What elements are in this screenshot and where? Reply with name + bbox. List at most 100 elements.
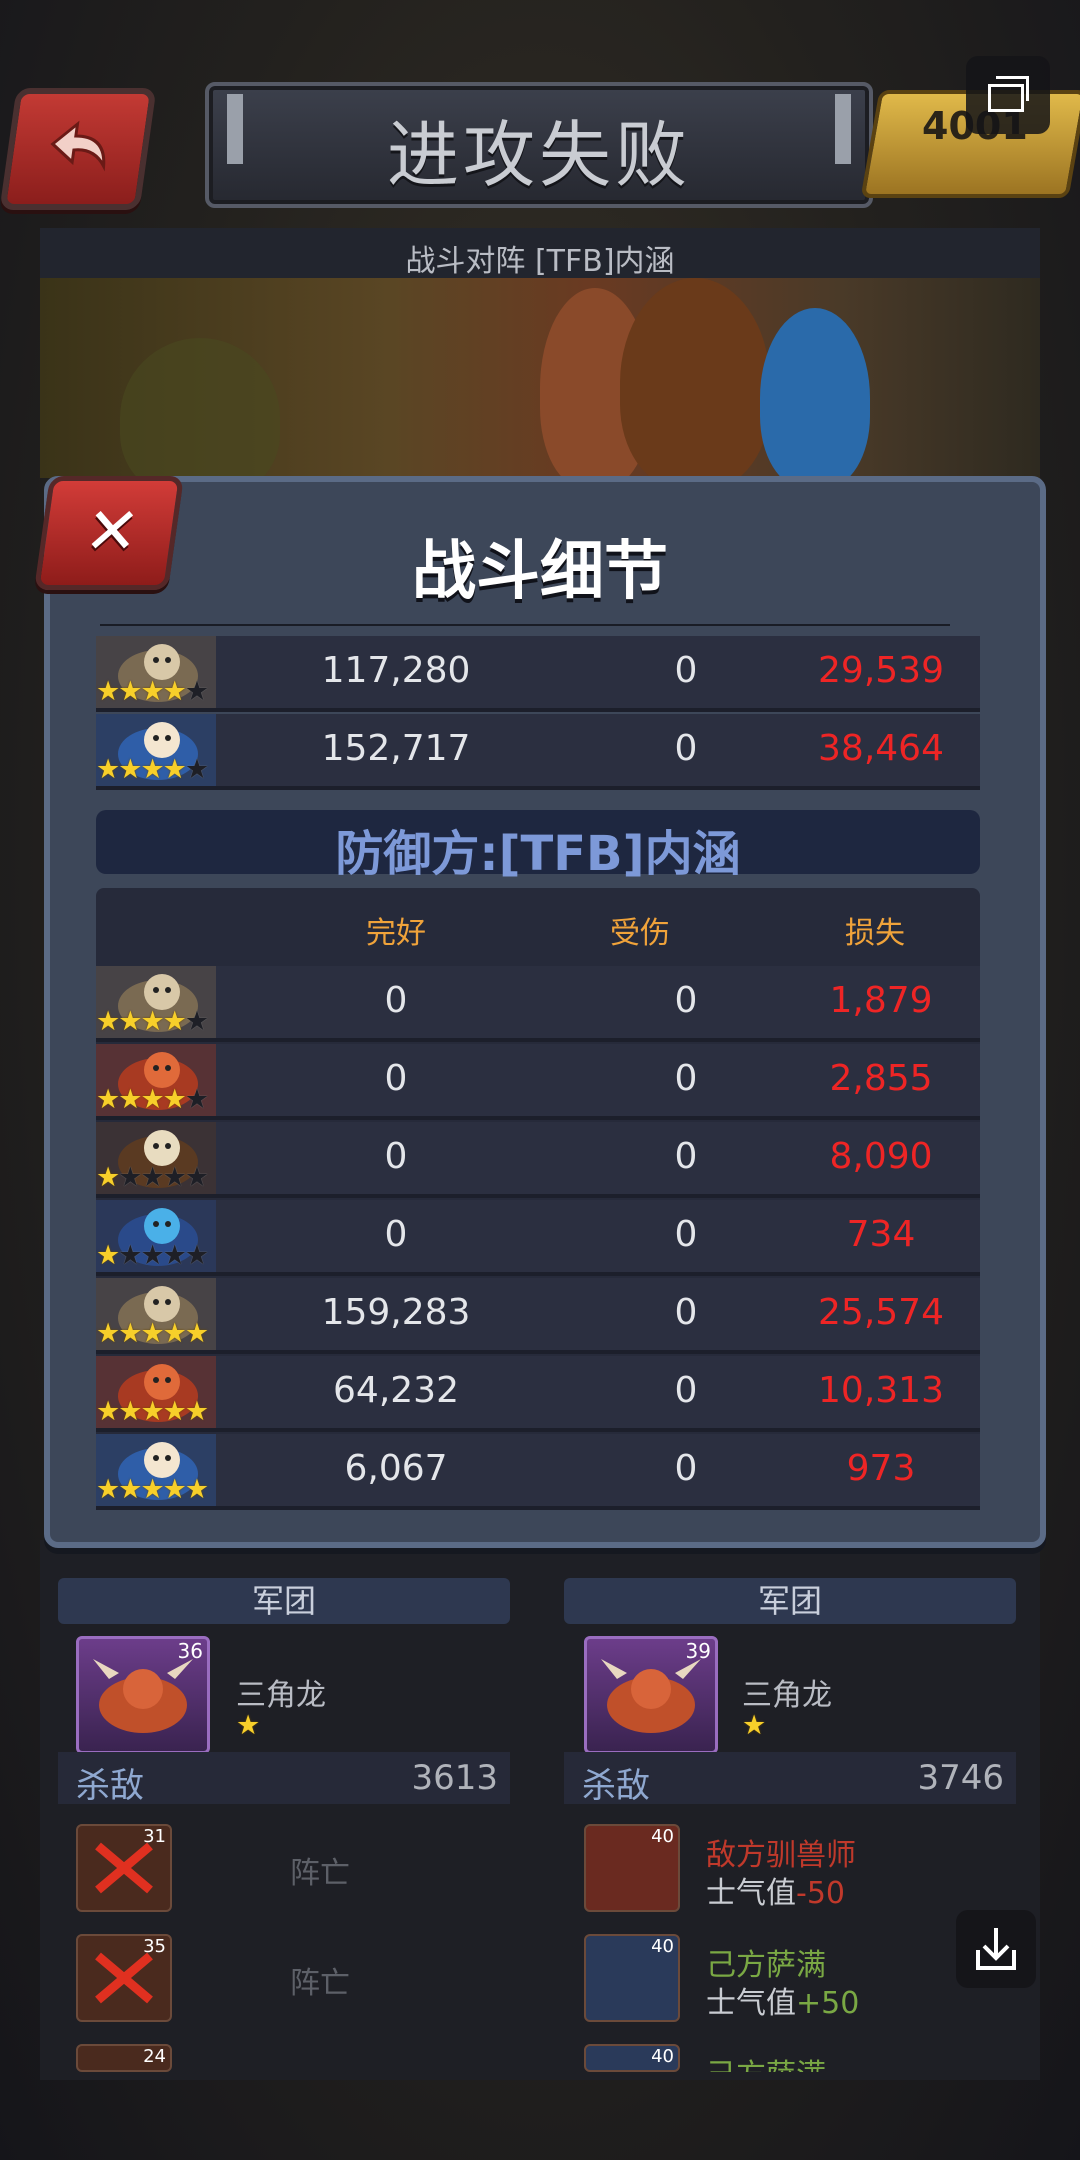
unit-stars: ★★★★★ (96, 1084, 209, 1115)
unit-level: 36 (177, 1639, 203, 1663)
injured-value: 0 (674, 1448, 698, 1489)
injured-value: 0 (674, 1058, 698, 1099)
effect-stat: 士气值-50 (706, 1876, 845, 1911)
column-header-lost: 损失 (845, 916, 905, 951)
unit-portrait[interactable]: ★★★★★ (96, 1434, 216, 1506)
intact-value: 6,067 (344, 1448, 448, 1489)
unit-level: 35 (143, 1936, 166, 1957)
unit-portrait[interactable]: ★★★★★ (96, 966, 216, 1038)
lost-value: 2,855 (829, 1058, 933, 1099)
battle-scene-image (40, 278, 1040, 478)
lost-value: 29,539 (818, 650, 944, 691)
left-legion-header: 军团 (58, 1578, 510, 1624)
column-header-intact: 完好 (366, 916, 426, 951)
unit-portrait[interactable]: ★★★★★ (96, 1200, 216, 1272)
back-arrow-icon (50, 120, 106, 172)
lost-value: 1,879 (829, 980, 933, 1021)
unit-portrait[interactable]: ★★★★★ (96, 714, 216, 786)
right-effect-unit-3[interactable]: 40 (584, 2044, 680, 2072)
defender-label: 防御方:[TFB]内涵 (335, 826, 741, 882)
unit-level: 40 (651, 1936, 674, 1957)
unit-stars: ★★★★★ (96, 1240, 209, 1271)
intact-value: 0 (384, 980, 408, 1021)
table-row: ★★★★★ 6,067 0 973 (96, 1434, 980, 1510)
unit-portrait[interactable]: ★★★★★ (96, 636, 216, 708)
table-row: ★★★★★ 0 0 2,855 (96, 1044, 980, 1120)
table-row: ★★★★★ 0 0 1,879 (96, 966, 980, 1042)
back-button[interactable] (0, 88, 157, 210)
intact-value: 0 (384, 1214, 408, 1255)
unit-stars: ★★★★★ (96, 1162, 209, 1193)
lost-value: 25,574 (818, 1292, 944, 1333)
unit-portrait[interactable]: ★★★★★ (96, 1122, 216, 1194)
right-legion-header: 军团 (564, 1578, 1016, 1624)
unit-stars: ★★★★★ (96, 1318, 209, 1349)
table-row: ★★★★★ 64,232 0 10,313 (96, 1356, 980, 1432)
fallen-status: 阵亡 (290, 1856, 350, 1891)
defender-banner: 防御方:[TFB]内涵 (96, 810, 980, 882)
injured-value: 0 (674, 1370, 698, 1411)
kill-value: 3746 (917, 1758, 1004, 1798)
injured-value: 0 (674, 1214, 698, 1255)
unit-level: 40 (651, 2046, 674, 2067)
unit-stars: ★★★★★ (96, 1474, 209, 1505)
left-kill-row: 杀敌 3613 (58, 1752, 510, 1806)
unit-stars: ★★★★★ (96, 754, 209, 785)
left-unit-stars: ★ (236, 1710, 260, 1741)
intact-value: 117,280 (321, 650, 471, 691)
unit-portrait[interactable]: ★★★★★ (96, 1356, 216, 1428)
intact-value: 152,717 (321, 728, 471, 769)
right-effect-unit-1[interactable]: 40 (584, 1824, 680, 1912)
column-header-injured: 受伤 (610, 916, 670, 951)
right-legion-unit[interactable]: 39 (584, 1636, 718, 1754)
download-icon[interactable] (956, 1910, 1036, 1988)
lost-value: 38,464 (818, 728, 944, 769)
fallen-status: 阵亡 (290, 1966, 350, 2001)
title-plate: 进攻失败 (205, 82, 873, 208)
injured-value: 0 (674, 728, 698, 769)
unit-stars: ★★★★★ (96, 676, 209, 707)
table-row: ★★★★★ 159,283 0 25,574 (96, 1278, 980, 1354)
table-row: ★★★★★ 0 0 8,090 (96, 1122, 980, 1198)
left-fallen-unit-2[interactable]: 35 (76, 1934, 172, 2022)
injured-value: 0 (674, 1136, 698, 1177)
injured-value: 0 (674, 650, 698, 691)
table-row: ★★★★★ 152,717 0 38,464 (96, 714, 980, 790)
unit-stars: ★★★★★ (96, 1006, 209, 1037)
right-kill-row: 杀敌 3746 (564, 1752, 1016, 1806)
unit-level: 24 (143, 2046, 166, 2067)
left-legion-unit[interactable]: 36 (76, 1636, 210, 1754)
lost-value: 8,090 (829, 1136, 933, 1177)
lost-value: 973 (846, 1448, 916, 1489)
unit-level: 40 (651, 1826, 674, 1847)
effect-name: 己方萨满 (706, 2050, 826, 2072)
unit-portrait[interactable]: ★★★★★ (96, 1278, 216, 1350)
left-fallen-unit-1[interactable]: 31 (76, 1824, 172, 1912)
table-row: ★★★★★ 117,280 0 29,539 (96, 636, 980, 712)
unit-level: 39 (685, 1639, 711, 1663)
kill-label: 杀敌 (76, 1766, 144, 1806)
unit-portrait[interactable]: ★★★★★ (96, 1044, 216, 1116)
modal-title: 战斗细节 (412, 535, 668, 609)
left-fallen-unit-3[interactable]: 24 (76, 2044, 172, 2072)
table-row: ★★★★★ 0 0 734 (96, 1200, 980, 1276)
kill-label: 杀敌 (582, 1766, 650, 1806)
lost-value: 734 (846, 1214, 916, 1255)
multi-window-icon[interactable] (966, 56, 1050, 134)
intact-value: 0 (384, 1058, 408, 1099)
kill-value: 3613 (411, 1758, 498, 1798)
left-unit-name: 三角龙 (236, 1678, 326, 1713)
right-effect-unit-2[interactable]: 40 (584, 1934, 680, 2022)
unit-stars: ★★★★★ (96, 1396, 209, 1427)
unit-level: 31 (143, 1826, 166, 1847)
injured-value: 0 (674, 1292, 698, 1333)
effect-stat: 士气值+50 (706, 1986, 860, 2021)
intact-value: 0 (384, 1136, 408, 1177)
injured-value: 0 (674, 980, 698, 1021)
title-divider (100, 624, 950, 626)
intact-value: 64,232 (333, 1370, 459, 1411)
lost-value: 10,313 (818, 1370, 944, 1411)
intact-value: 159,283 (321, 1292, 471, 1333)
page-title: 进攻失败 (386, 113, 691, 197)
right-unit-name: 三角龙 (742, 1678, 832, 1713)
